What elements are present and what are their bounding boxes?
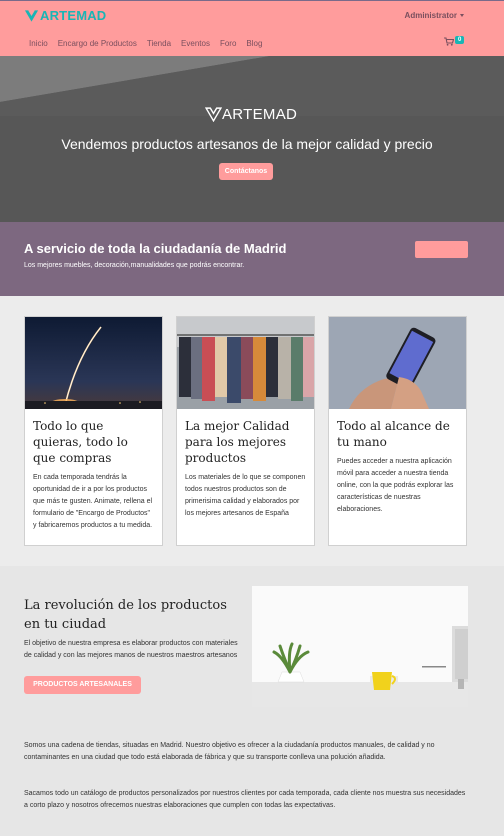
revolution-title: La revolución de los productos en tu ciu… (24, 598, 227, 632)
phone-in-hand-image (329, 317, 466, 409)
cart-icon (444, 37, 454, 46)
nav-link-foro[interactable]: Foro (220, 39, 236, 48)
hero-brand-name: ARTEMAD (222, 106, 298, 123)
nav-links: Inicio Encargo de Productos Tienda Event… (29, 39, 272, 48)
nav-link-tienda[interactable]: Tienda (147, 39, 171, 48)
hero-section: ARTEMAD Vendemos productos artesanos de … (0, 56, 504, 222)
band-title: A servicio de toda la ciudadanía de Madr… (24, 241, 287, 256)
hero-brand: ARTEMAD (205, 106, 297, 123)
artisan-products-button[interactable]: PRODUCTOS ARTESANALES (24, 676, 141, 694)
service-band: A servicio de toda la ciudadanía de Madr… (0, 222, 504, 296)
card-title: Todo lo que quieras, todo lo que compras (33, 419, 128, 465)
card-title: Todo al alcance de tu mano (337, 419, 450, 449)
card-text: En cada temporada tendrás la oportunidad… (33, 474, 153, 529)
gem-logo-icon (24, 9, 39, 22)
band-contact-button[interactable]: Contáctanos (415, 241, 468, 258)
nav-link-inicio[interactable]: Inicio (29, 39, 48, 48)
user-menu-dropdown[interactable]: Administrator (405, 11, 464, 20)
nav-link-blog[interactable]: Blog (246, 39, 262, 48)
card-quality: La mejor Calidad para los mejores produc… (176, 316, 315, 546)
hero-tagline: Vendemos productos artesanos de la mejor… (61, 136, 433, 152)
clothing-rack-image (177, 317, 314, 409)
band-subtitle: Los mejores muebles, decoración,manualid… (24, 262, 245, 269)
brand-name: ARTEMAD (40, 8, 107, 23)
navbar: ARTEMAD Administrator Inicio Encargo de … (0, 0, 504, 56)
about-paragraph-1: Somos una cadena de tiendas, situadas en… (24, 742, 435, 761)
nav-link-encargo[interactable]: Encargo de Productos (58, 39, 137, 48)
brand-link[interactable]: ARTEMAD (24, 8, 106, 23)
desk-workspace-image (252, 586, 468, 707)
about-paragraph-2: Sacamos todo un catálogo de productos pe… (24, 790, 466, 809)
card-text: Los materiales de lo que se componen tod… (185, 474, 306, 517)
cards-section: Todo lo que quieras, todo lo que compras… (0, 296, 504, 566)
nav-link-eventos[interactable]: Eventos (181, 39, 210, 48)
user-menu-label: Administrator (404, 11, 457, 20)
contact-button[interactable]: Contáctanos (219, 163, 273, 180)
card-mobile: Todo al alcance de tu mano Puedes accede… (328, 316, 467, 546)
cart-count-badge: 0 (455, 35, 465, 44)
card-text: Puedes acceder a nuestra aplicación móvi… (337, 458, 454, 513)
revolution-section: La revolución de los productos en tu ciu… (0, 566, 504, 836)
card-title: La mejor Calidad para los mejores produc… (185, 419, 290, 465)
card-rocket: Todo lo que quieras, todo lo que compras… (24, 316, 163, 546)
revolution-text: El objetivo de nuestra empresa es elabor… (24, 640, 238, 659)
caret-down-icon (460, 14, 464, 18)
gem-logo-icon (205, 107, 222, 122)
rocket-launch-image (25, 317, 162, 409)
cart-button[interactable]: 0 (444, 35, 465, 46)
